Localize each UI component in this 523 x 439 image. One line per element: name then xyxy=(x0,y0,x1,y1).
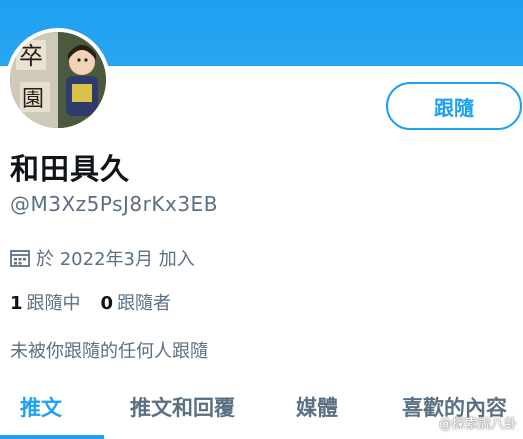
followers-stat[interactable]: 0 跟隨者 xyxy=(101,289,172,315)
followers-label: 跟隨者 xyxy=(117,293,172,314)
user-handle: @M3Xz5PsJ8rKx3EB xyxy=(10,192,218,216)
calendar-icon xyxy=(10,250,30,267)
tab-tweets-and-replies[interactable]: 推文和回覆 xyxy=(130,392,235,422)
avatar-photo: 卒 園 xyxy=(10,32,106,128)
following-count: 1 xyxy=(10,293,23,314)
followers-count: 0 xyxy=(100,293,114,314)
joined-date: 於 2022年3月 加入 xyxy=(10,245,195,271)
joined-text: 於 2022年3月 加入 xyxy=(36,249,195,270)
display-name: 和田具久 xyxy=(10,152,131,186)
follow-counts: 1 跟隨中 0 跟隨者 xyxy=(10,289,191,315)
not-followed-notice: 未被你跟隨的任何人跟隨 xyxy=(10,341,208,362)
following-stat[interactable]: 1 跟隨中 xyxy=(10,289,81,315)
tab-media[interactable]: 媒體 xyxy=(296,392,338,422)
svg-text:園: 園 xyxy=(22,87,44,112)
tab-tweets[interactable]: 推文 xyxy=(20,392,62,422)
follow-button[interactable]: 跟隨 xyxy=(386,82,522,130)
active-tab-indicator xyxy=(0,435,104,439)
svg-text:卒: 卒 xyxy=(19,42,43,70)
avatar[interactable]: 卒 園 xyxy=(6,28,110,132)
following-label: 跟隨中 xyxy=(26,293,81,314)
watermark: @探索說八卦 xyxy=(438,417,517,432)
